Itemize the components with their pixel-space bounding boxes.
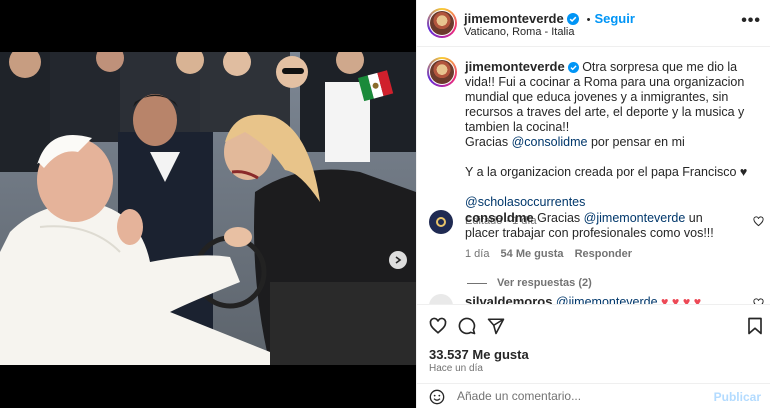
- add-comment-bar: Publicar: [417, 383, 770, 408]
- comment-mention[interactable]: @jimemonteverde: [556, 295, 658, 304]
- comment-hearts: ♥ ♥ ♥ ♥: [661, 295, 702, 304]
- post-caption: jimemonteverde Otra sorpresa que me dio …: [465, 59, 757, 229]
- verified-icon: [566, 13, 579, 25]
- comment-username[interactable]: consoldme: [465, 210, 534, 225]
- post-time[interactable]: Hace un día: [429, 363, 483, 374]
- comments-list: jimemonteverde Otra sorpresa que me dio …: [417, 48, 770, 304]
- comment-username[interactable]: silvaldemoros: [465, 294, 552, 304]
- comment-avatar[interactable]: [429, 210, 453, 234]
- post-header: jimemonteverde • Seguir Vaticano, Roma - …: [417, 0, 770, 47]
- verified-icon: [567, 62, 579, 73]
- comment-item: silvaldemoros @jimemonteverde ♥ ♥ ♥ ♥: [465, 294, 745, 304]
- author-avatar[interactable]: [427, 8, 457, 38]
- more-icon[interactable]: •••: [741, 12, 761, 30]
- comment-likes[interactable]: 54 Me gusta: [501, 248, 564, 260]
- comment-mention[interactable]: @jimemonteverde: [584, 211, 686, 225]
- comment-reply-button[interactable]: Responder: [575, 248, 632, 260]
- next-image-button[interactable]: [389, 251, 407, 269]
- bookmark-icon[interactable]: [747, 317, 763, 335]
- post-actions: 33.537 Me gusta Hace un día Publicar: [417, 304, 770, 408]
- author-username[interactable]: jimemonteverde: [464, 11, 564, 26]
- replies-line: [467, 282, 487, 284]
- comment-input[interactable]: [457, 389, 687, 403]
- dot-separator: •: [586, 14, 591, 26]
- emoji-icon[interactable]: [429, 389, 445, 405]
- caption-username[interactable]: jimemonteverde: [465, 59, 565, 74]
- next-arrow-icon: [395, 256, 402, 264]
- caption-gracias: Gracias: [465, 135, 509, 149]
- caption-avatar[interactable]: [427, 57, 457, 87]
- likes-count[interactable]: 33.537 Me gusta: [429, 347, 529, 362]
- caption-mention-2[interactable]: @scholasoccurrentes: [465, 195, 585, 209]
- post-location[interactable]: Vaticano, Roma - Italia: [464, 26, 574, 38]
- share-icon[interactable]: [487, 317, 505, 335]
- caption-mention-1[interactable]: @consolidme: [512, 135, 588, 149]
- post-photo[interactable]: [0, 52, 416, 365]
- heart-icon[interactable]: [429, 317, 447, 335]
- view-replies[interactable]: Ver respuestas (2): [465, 276, 740, 291]
- photo-illustration: [0, 52, 416, 365]
- post-details-panel: jimemonteverde • Seguir Vaticano, Roma - …: [416, 0, 770, 408]
- caption-text-2: Y a la organizacion creada por el papa F…: [465, 165, 748, 179]
- caption-gracias-tail: por pensar en mi: [590, 135, 685, 149]
- follow-button[interactable]: Seguir: [594, 11, 634, 26]
- comment-icon[interactable]: [458, 317, 476, 335]
- publish-button[interactable]: Publicar: [714, 390, 761, 404]
- header-author-row: jimemonteverde • Seguir: [464, 10, 635, 26]
- comment-avatar[interactable]: [429, 294, 453, 304]
- post-media: [0, 0, 416, 408]
- view-replies-label[interactable]: Ver respuestas (2): [497, 277, 592, 289]
- comment-pre: Gracias: [537, 211, 581, 225]
- comment-time: 1 día: [465, 248, 490, 260]
- heart-icon[interactable]: [753, 216, 764, 227]
- comment-item: consoldme Gracias @jimemonteverde un pla…: [465, 210, 740, 291]
